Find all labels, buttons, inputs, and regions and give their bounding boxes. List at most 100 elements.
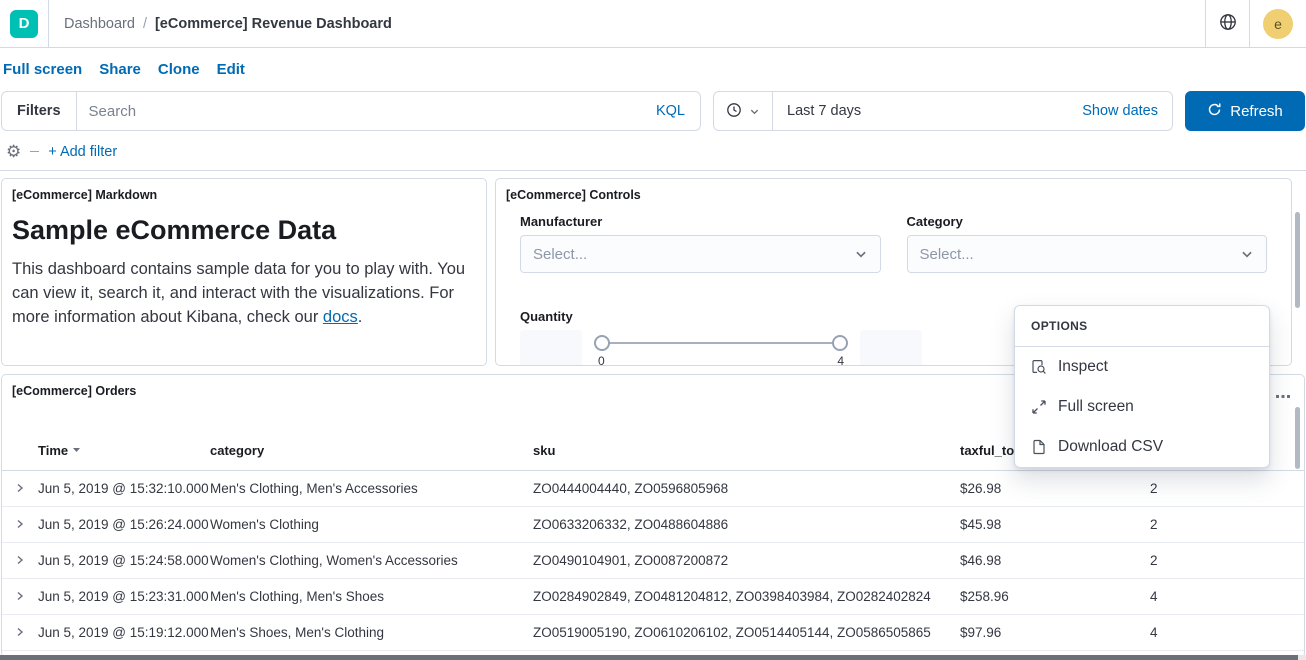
globe-icon <box>1219 13 1237 34</box>
menu-full-screen[interactable]: Full screen <box>3 61 82 78</box>
quantity-max-input[interactable] <box>860 330 922 366</box>
horizontal-scrollbar[interactable] <box>0 655 1298 660</box>
category-label: Category <box>907 214 1268 229</box>
category-select[interactable]: Select... <box>907 235 1268 273</box>
time-quick-select-button[interactable] <box>714 92 773 130</box>
quantity-control: Quantity 0 4 <box>520 309 922 366</box>
quantity-slider: 0 4 <box>594 330 848 366</box>
slider-max-value: 4 <box>837 354 844 366</box>
menu-item-download-csv[interactable]: Download CSV <box>1015 427 1269 467</box>
panel-options-popover: OPTIONS Inspect Full screen Download CSV <box>1014 305 1270 468</box>
cell-category: Men's Shoes, Men's Clothing <box>210 615 533 651</box>
slider-handle-max[interactable] <box>832 335 848 351</box>
panel-title: [eCommerce] Controls <box>496 179 1291 202</box>
column-header-sku[interactable]: sku <box>533 432 960 471</box>
column-header-category[interactable]: category <box>210 432 533 471</box>
menu-clone[interactable]: Clone <box>158 61 200 78</box>
row-expand-button[interactable] <box>2 507 38 543</box>
gear-icon[interactable]: ⚙ <box>6 143 21 160</box>
logo-letter: D <box>19 15 30 32</box>
category-control: Category Select... <box>907 214 1268 273</box>
cell-quantity: 4 <box>1150 579 1304 615</box>
breadcrumb-current: [eCommerce] Revenue Dashboard <box>155 16 392 32</box>
add-filter-link[interactable]: + Add filter <box>48 144 117 160</box>
cell-sku: ZO0519005190, ZO0610206102, ZO0514405144… <box>533 615 960 651</box>
quantity-label: Quantity <box>520 309 922 324</box>
refresh-button[interactable]: Refresh <box>1185 91 1305 131</box>
user-menu-button[interactable]: e <box>1249 0 1306 47</box>
cell-sku: ZO0490104901, ZO0087200872 <box>533 543 960 579</box>
chevron-down-icon <box>749 106 760 117</box>
search-group: Filters KQL <box>1 91 701 131</box>
time-range-display[interactable]: Last 7 days <box>773 103 875 119</box>
table-row: Jun 5, 2019 @ 15:26:24.000 Women's Cloth… <box>2 507 1304 543</box>
cell-quantity: 2 <box>1150 471 1304 507</box>
document-icon <box>1031 439 1047 455</box>
kql-button[interactable]: KQL <box>641 103 700 119</box>
ellipsis-icon <box>1276 386 1290 402</box>
breadcrumb-dashboard[interactable]: Dashboard <box>64 16 135 32</box>
cell-quantity: 2 <box>1150 543 1304 579</box>
column-header-time[interactable]: Time <box>38 432 210 471</box>
table-row: Jun 5, 2019 @ 15:19:12.000 Men's Shoes, … <box>2 615 1304 651</box>
cell-quantity: 4 <box>1150 615 1304 651</box>
docs-link[interactable]: docs <box>323 308 358 326</box>
cell-time: Jun 5, 2019 @ 15:32:10.000 <box>38 471 210 507</box>
dashboard-menu: Full screen Share Clone Edit <box>0 48 1306 91</box>
table-row: Jun 5, 2019 @ 15:32:10.000 Men's Clothin… <box>2 471 1304 507</box>
cell-sku: ZO0284902849, ZO0481204812, ZO0398403984… <box>533 579 960 615</box>
manufacturer-select[interactable]: Select... <box>520 235 881 273</box>
cell-time: Jun 5, 2019 @ 15:23:31.000 <box>38 579 210 615</box>
markdown-body: This dashboard contains sample data for … <box>12 257 476 329</box>
slider-handle-min[interactable] <box>594 335 610 351</box>
markdown-panel: [eCommerce] Markdown Sample eCommerce Da… <box>1 178 487 366</box>
table-row: Jun 5, 2019 @ 15:24:58.000 Women's Cloth… <box>2 543 1304 579</box>
cell-category: Women's Clothing <box>210 507 533 543</box>
popover-title: OPTIONS <box>1015 306 1269 347</box>
time-picker: Last 7 days Show dates <box>713 91 1173 131</box>
fullscreen-icon <box>1031 399 1047 415</box>
menu-item-inspect[interactable]: Inspect <box>1015 347 1269 387</box>
cell-price: $26.98 <box>960 471 1150 507</box>
orders-panel-scrollbar[interactable] <box>1295 407 1300 469</box>
search-input[interactable] <box>77 103 641 120</box>
kibana-logo[interactable]: D <box>10 10 38 38</box>
show-dates-link[interactable]: Show dates <box>1068 103 1172 119</box>
chevron-down-icon <box>854 247 868 261</box>
quantity-range: 0 4 <box>520 330 922 366</box>
help-menu-button[interactable] <box>1205 0 1249 47</box>
manufacturer-placeholder: Select... <box>533 246 587 263</box>
filter-bar: ⚙ + Add filter <box>0 131 1306 170</box>
horizontal-scrollbar-track <box>0 655 1306 660</box>
row-expand-button[interactable] <box>2 579 38 615</box>
panel-title: [eCommerce] Markdown <box>2 179 486 202</box>
cell-price: $97.96 <box>960 615 1150 651</box>
cell-time: Jun 5, 2019 @ 15:24:58.000 <box>38 543 210 579</box>
menu-share[interactable]: Share <box>99 61 141 78</box>
menu-item-full-screen[interactable]: Full screen <box>1015 387 1269 427</box>
expander-column-header <box>2 432 38 471</box>
row-expand-button[interactable] <box>2 543 38 579</box>
sort-desc-icon <box>72 442 81 457</box>
row-expand-button[interactable] <box>2 471 38 507</box>
cell-time: Jun 5, 2019 @ 15:19:12.000 <box>38 615 210 651</box>
breadcrumb: Dashboard / [eCommerce] Revenue Dashboar… <box>64 16 392 32</box>
controls-panel-scrollbar[interactable] <box>1295 212 1300 308</box>
menu-item-label: Inspect <box>1058 358 1108 376</box>
filter-bar-divider <box>30 151 39 152</box>
cell-category: Men's Clothing, Men's Accessories <box>210 471 533 507</box>
panel-options-button[interactable] <box>1272 384 1294 404</box>
inspect-icon <box>1031 359 1047 375</box>
avatar-letter: e <box>1274 16 1282 32</box>
category-placeholder: Select... <box>920 246 974 263</box>
row-expand-button[interactable] <box>2 615 38 651</box>
cell-quantity: 2 <box>1150 507 1304 543</box>
topbar-actions: e <box>1205 0 1306 47</box>
quantity-min-input[interactable] <box>520 330 582 366</box>
manufacturer-control: Manufacturer Select... <box>520 214 881 273</box>
chevron-down-icon <box>1240 247 1254 261</box>
cell-time: Jun 5, 2019 @ 15:26:24.000 <box>38 507 210 543</box>
filters-button[interactable]: Filters <box>2 92 77 130</box>
cell-price: $258.96 <box>960 579 1150 615</box>
menu-edit[interactable]: Edit <box>217 61 245 78</box>
